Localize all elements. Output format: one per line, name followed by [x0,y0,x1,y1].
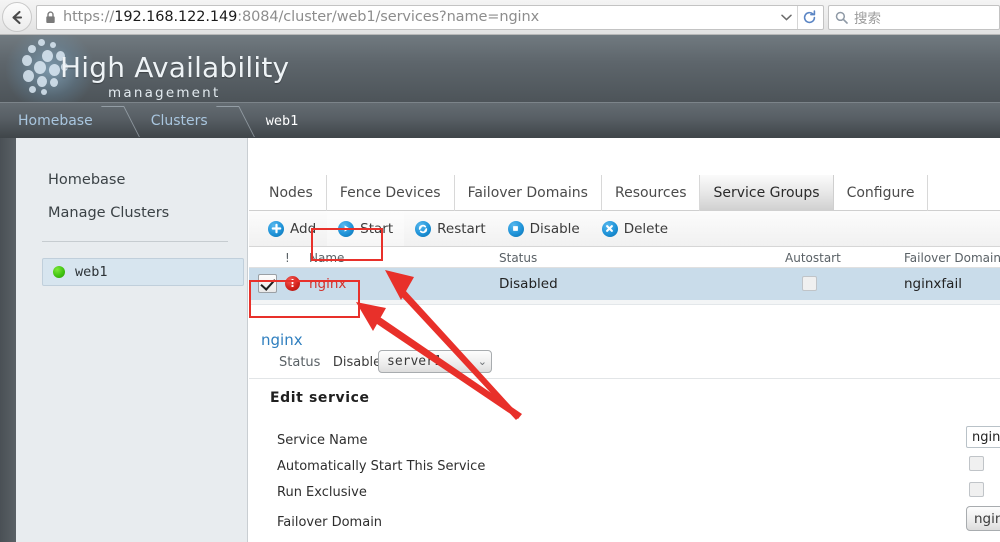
delete-button[interactable]: Delete [591,211,679,246]
detail-status-label: Status [279,355,320,370]
add-button[interactable]: Add [257,211,327,246]
service-status: Disabled [499,276,558,292]
column-header-status: Status [499,251,537,265]
sidebar-item-manage-clusters[interactable]: Manage Clusters [48,205,169,221]
column-header-failover-domain: Failover Domain [904,251,1000,265]
back-button[interactable] [2,2,32,32]
action-toolbar: Add Start Restart [249,211,1000,247]
automatically-start-checkbox[interactable] [969,456,984,471]
start-button[interactable]: Start [327,211,404,246]
tab-configure[interactable]: Configure [834,175,929,211]
start-label: Start [360,221,393,237]
table-row-separator [249,300,1000,305]
detail-title: nginx [261,331,303,349]
column-header-flag: ! [285,251,290,265]
add-label: Add [290,221,316,237]
cluster-label: web1 [75,264,108,280]
breadcrumb-separator [107,103,133,138]
breadcrumb-separator [222,103,248,138]
breadcrumb-item-web1[interactable]: web1 [248,103,313,138]
sidebar-divider [42,241,228,242]
edit-service-heading: Edit service [270,390,370,406]
label-failover-domain: Failover Domain [277,515,382,530]
breadcrumb: Homebase Clusters web1 [0,102,1000,138]
restart-button[interactable]: Restart [404,211,497,246]
restart-label: Restart [437,221,486,237]
tab-fence-devices[interactable]: Fence Devices [327,175,455,211]
node-select-value: server1 [387,354,478,369]
search-placeholder: 搜索 [854,7,881,27]
back-arrow-icon [9,9,26,26]
url-bar[interactable]: https://192.168.122.149:8084/cluster/web… [36,5,824,30]
label-automatically-start: Automatically Start This Service [277,459,485,474]
column-header-autostart: Autostart [785,251,841,265]
tab-service-groups[interactable]: Service Groups [700,175,833,211]
browser-window: https://192.168.122.149:8084/cluster/web… [0,0,1000,542]
url-text: https://192.168.122.149:8084/cluster/web… [63,9,775,25]
disable-label: Disable [530,221,580,237]
breadcrumb-item-clusters[interactable]: Clusters [133,103,222,138]
node-select[interactable]: server1 ⌄ [378,350,492,373]
service-name-link[interactable]: nginx [309,276,346,292]
column-header-name: Name [309,251,344,265]
reload-icon[interactable] [797,6,821,29]
plus-circle-icon [268,221,284,237]
tab-failover-domains[interactable]: Failover Domains [455,175,602,211]
breadcrumb-item-homebase[interactable]: Homebase [0,103,107,138]
detail-status: Status Disabled [279,355,389,370]
app-title: High Availability [60,51,289,84]
main-content: Nodes Fence Devices Failover Domains Res… [249,138,1000,542]
search-box[interactable]: 搜索 [828,5,1000,30]
service-name-input[interactable]: nginx [966,426,1000,448]
sidebar: Homebase Manage Clusters web1 [16,138,248,542]
app-subtitle: management [108,85,220,101]
service-failover-domain: nginxfail [904,276,962,292]
error-icon: ! [285,276,300,291]
label-run-exclusive: Run Exclusive [277,485,367,500]
restart-circle-icon [415,221,431,237]
sidebar-item-web1[interactable]: web1 [42,258,244,286]
tab-nodes[interactable]: Nodes [249,175,327,211]
detail-divider [249,378,1000,379]
tab-bar: Nodes Fence Devices Failover Domains Res… [249,174,1000,211]
url-dropdown-icon[interactable] [775,6,797,29]
left-rail [0,138,16,542]
chevron-down-icon: ⌄ [478,355,487,368]
autostart-checkbox[interactable] [802,276,817,291]
lock-icon [45,11,56,24]
run-exclusive-checkbox[interactable] [969,482,984,497]
stop-circle-icon [508,221,524,237]
label-service-name: Service Name [277,433,368,448]
cluster-status-dot-icon [53,266,65,278]
tab-resources[interactable]: Resources [602,175,701,211]
row-select-checkbox[interactable] [258,274,277,293]
table-header: ! Name Status Autostart Failover Domain [249,247,1000,268]
failover-domain-select[interactable]: nginxfail [966,506,1000,531]
delete-circle-icon [602,221,618,237]
disable-button[interactable]: Disable [497,211,591,246]
app-header: High Availability management [0,35,1000,102]
table-row[interactable]: ! nginx Disabled nginxfail [249,268,1000,300]
browser-toolbar: https://192.168.122.149:8084/cluster/web… [0,0,1000,35]
search-icon [835,11,848,24]
play-circle-icon [338,221,354,237]
sidebar-item-homebase[interactable]: Homebase [48,172,125,188]
delete-label: Delete [624,221,668,237]
